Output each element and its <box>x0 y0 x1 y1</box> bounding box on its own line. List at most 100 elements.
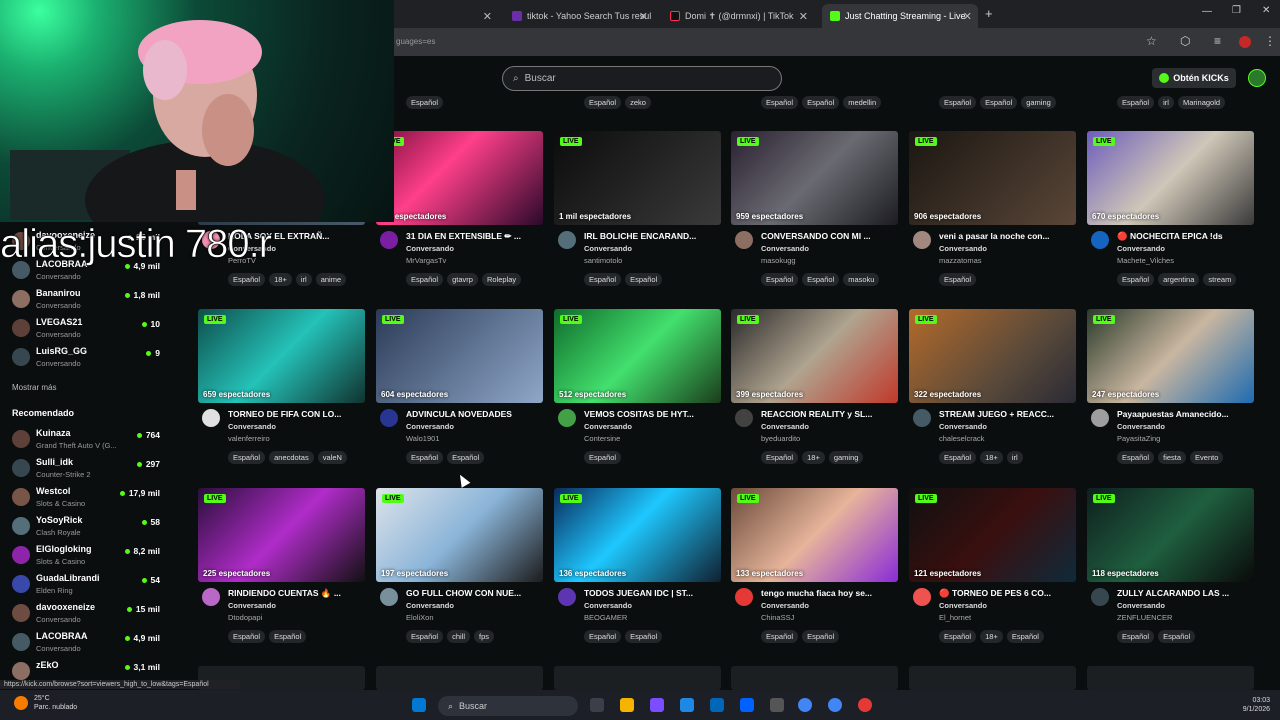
stream-thumbnail[interactable]: LIVE 133 espectadores <box>731 488 898 582</box>
tag[interactable]: Español <box>939 451 977 464</box>
tag[interactable]: Español <box>406 630 444 643</box>
channel-name[interactable]: MrVargasTv <box>406 256 446 265</box>
stream-thumbnail[interactable]: LIVE 1 mil espectadores <box>554 131 721 225</box>
stream-title[interactable]: REACCION REALITY y SL... <box>761 409 898 419</box>
sidebar-item-recommended[interactable]: LACOBRAA Conversando 4,9 mil <box>12 629 182 657</box>
stream-category[interactable]: Conversando <box>1117 244 1165 253</box>
stream-category[interactable]: Conversando <box>1117 422 1165 431</box>
maximize-button[interactable]: ❐ <box>1232 5 1241 16</box>
tag[interactable]: anecdotas <box>269 451 314 464</box>
tag[interactable]: stream <box>1203 273 1237 286</box>
channel-avatar[interactable] <box>913 231 931 249</box>
channel-name[interactable]: chaleselcrack <box>939 434 984 443</box>
channel-avatar[interactable] <box>202 588 220 606</box>
tag[interactable]: irl <box>295 273 312 286</box>
stream-thumbnail[interactable]: LIVE 659 espectadores <box>198 309 365 403</box>
tag[interactable]: Español <box>939 273 977 286</box>
stream-thumbnail[interactable]: LIVE 399 espectadores <box>731 309 898 403</box>
sidebar-item-recommended[interactable]: Westcol Slots & Casino 17,9 mil <box>12 484 182 512</box>
profile-avatar[interactable] <box>1239 36 1251 48</box>
tag[interactable]: Español <box>1117 630 1155 643</box>
tag[interactable]: Español <box>802 96 840 109</box>
chrome-icon[interactable] <box>828 698 842 712</box>
stream-category[interactable]: Conversando <box>406 601 454 610</box>
channel-name[interactable]: santimotolo <box>584 256 622 265</box>
tag[interactable]: Roleplay <box>481 273 522 286</box>
tab-tiktok[interactable]: Domi ✝ (@drmnxi) | TikTok ✕ <box>662 4 814 28</box>
stream-category[interactable]: Conversando <box>584 601 632 610</box>
channel-avatar[interactable] <box>913 588 931 606</box>
stream-thumbnail[interactable]: LIVE 118 espectadores <box>1087 488 1254 582</box>
tag[interactable]: Español <box>228 451 266 464</box>
stream-thumbnail-partial[interactable] <box>376 666 543 690</box>
channel-avatar[interactable] <box>558 588 576 606</box>
tag[interactable]: Español <box>761 273 799 286</box>
stream-thumbnail-partial[interactable] <box>731 666 898 690</box>
channel-name[interactable]: Contersine <box>584 434 620 443</box>
stream-category[interactable]: Conversando <box>584 244 632 253</box>
stream-title[interactable]: GO FULL CHOW CON NUE... <box>406 588 543 598</box>
tag[interactable]: zeko <box>625 96 651 109</box>
sidebar-item-followed[interactable]: LVEGAS21 Conversando 10 <box>12 315 182 343</box>
tag[interactable]: valeN <box>317 451 347 464</box>
channel-name[interactable]: valenferreiro <box>228 434 270 443</box>
stream-category[interactable]: Conversando <box>406 244 454 253</box>
tag[interactable]: 18+ <box>980 630 1003 643</box>
channel-avatar[interactable] <box>735 231 753 249</box>
stream-thumbnail[interactable]: LIVE 604 espectadores <box>376 309 543 403</box>
stream-title[interactable]: tengo mucha fiaca hoy se... <box>761 588 898 598</box>
file-explorer-icon[interactable] <box>620 698 634 712</box>
sidebar-item-recommended[interactable]: Sulli_idk Counter-Strike 2 297 <box>12 455 182 483</box>
stream-thumbnail[interactable]: LIVE 512 espectadores <box>554 309 721 403</box>
media-icon[interactable]: ≡ <box>1214 34 1221 48</box>
stream-category[interactable]: Conversando <box>406 422 454 431</box>
sidebar-item-recommended[interactable]: Kuinaza Grand Theft Auto V (G... 764 <box>12 426 182 454</box>
tag[interactable]: Español <box>980 96 1018 109</box>
sidebar-item-followed[interactable]: Bananirou Conversando 1,8 mil <box>12 286 182 314</box>
tab-kick[interactable]: Just Chatting Streaming - Live ✕ <box>822 4 978 28</box>
tag[interactable]: 18+ <box>980 451 1003 464</box>
tab-yahoo[interactable]: tiktok - Yahoo Search Tus resul ✕ <box>504 4 654 28</box>
menu-icon[interactable]: ⋮ <box>1264 34 1276 48</box>
tag[interactable]: Español <box>1158 630 1196 643</box>
tag[interactable]: Español <box>447 451 485 464</box>
tag[interactable]: gaming <box>828 451 864 464</box>
channel-avatar[interactable] <box>1091 231 1109 249</box>
stream-title[interactable]: 🔴 TORNEO DE PES 6 CO... <box>939 588 1076 599</box>
stream-category[interactable]: Conversando <box>939 244 987 253</box>
channel-name[interactable]: Walo1901 <box>406 434 440 443</box>
close-icon[interactable]: ✕ <box>799 10 808 23</box>
stream-title[interactable]: STREAM JUEGO + REACC... <box>939 409 1076 419</box>
tag[interactable]: Español <box>228 630 266 643</box>
url-field[interactable]: guages=es <box>396 37 435 46</box>
channel-name[interactable]: ChinaSSJ <box>761 613 794 622</box>
stream-title[interactable]: veni a pasar la noche con... <box>939 231 1076 241</box>
channel-avatar[interactable] <box>380 409 398 427</box>
tag[interactable]: argentina <box>1158 273 1200 286</box>
stream-title[interactable]: CONVERSANDO CON MI ... <box>761 231 898 241</box>
channel-name[interactable]: masokugg <box>761 256 796 265</box>
tag[interactable]: Español <box>228 273 266 286</box>
sidebar-item-recommended[interactable]: YoSoyRick Clash Royale 58 <box>12 513 182 541</box>
tag[interactable]: medellin <box>843 96 882 109</box>
close-window-button[interactable]: ✕ <box>1262 5 1270 16</box>
stream-title[interactable]: RINDIENDO CUENTAS 🔥 ... <box>228 588 365 599</box>
stream-title[interactable]: ADVINCULA NOVEDADES <box>406 409 543 419</box>
tag[interactable]: Español <box>939 630 977 643</box>
stream-thumbnail[interactable]: LIVE 247 espectadores <box>1087 309 1254 403</box>
tag[interactable]: Español <box>1117 96 1155 109</box>
tag[interactable]: 18+ <box>802 451 825 464</box>
tag[interactable]: Español <box>1006 630 1044 643</box>
extensions-icon[interactable]: ⬡ <box>1180 34 1190 48</box>
stream-thumbnail[interactable]: LIVE 670 espectadores <box>1087 131 1254 225</box>
tag[interactable]: Español <box>406 451 444 464</box>
stream-thumbnail-partial[interactable] <box>554 666 721 690</box>
channel-avatar[interactable] <box>380 588 398 606</box>
search-input[interactable]: ⌕ Buscar <box>502 66 782 91</box>
minimize-button[interactable]: — <box>1202 6 1212 17</box>
tag[interactable]: Español <box>625 630 663 643</box>
stream-category[interactable]: Conversando <box>761 422 809 431</box>
tag[interactable]: Español <box>761 630 799 643</box>
stream-thumbnail[interactable]: LIVE 121 espectadores <box>909 488 1076 582</box>
stream-thumbnail[interactable]: LIVE 197 espectadores <box>376 488 543 582</box>
